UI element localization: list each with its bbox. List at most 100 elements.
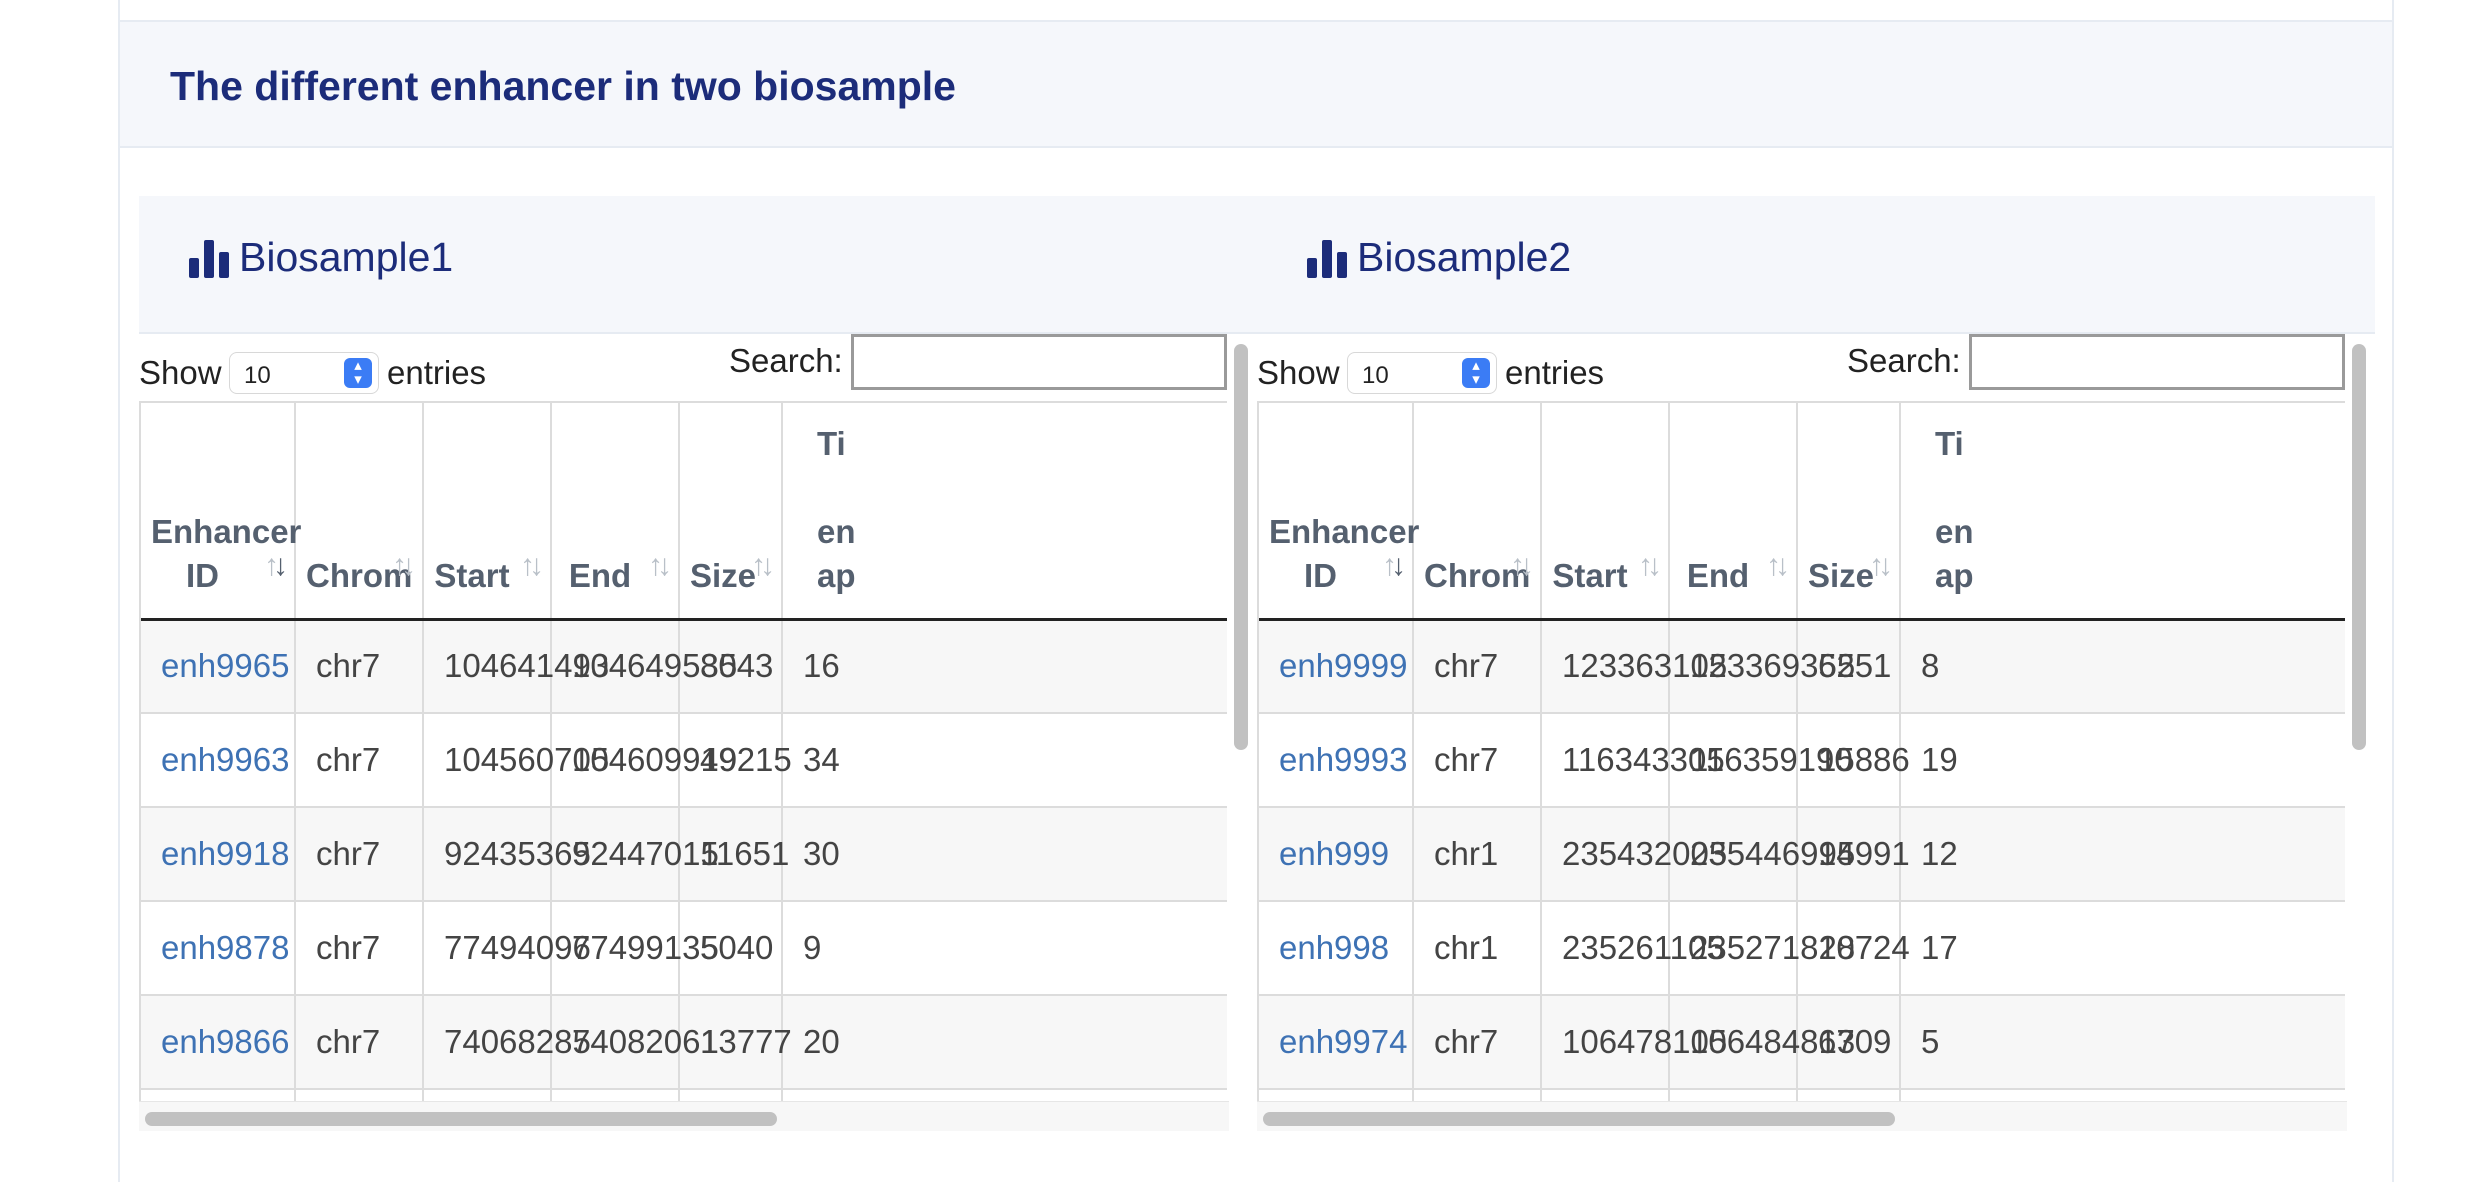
bar-chart-icon xyxy=(189,238,229,278)
table-row xyxy=(141,1089,1227,1101)
tissue-count-cell: 20 xyxy=(782,995,1227,1090)
column-header-end[interactable]: End ↑↓ xyxy=(551,403,680,621)
enhancer-id-cell: enh9999 xyxy=(1259,619,1414,714)
start-cell: 106478105 xyxy=(1541,995,1727,1090)
start-cell: 235261105 xyxy=(1541,901,1725,996)
column-header-tissue[interactable]: Ti en ap xyxy=(1900,403,2345,621)
enhancer-link[interactable]: enh9999 xyxy=(1279,647,1407,684)
tissue-count-cell: 8 xyxy=(1900,619,2345,714)
sort-arrows-icon: ↑↓ xyxy=(751,548,775,582)
search-input[interactable] xyxy=(851,334,1227,390)
sort-arrows-icon: ↑↓ xyxy=(392,548,416,582)
vertical-scrollbar[interactable] xyxy=(1229,334,1255,1136)
sort-arrows-icon: ↑↓ xyxy=(1638,548,1662,582)
chrom-cell: chr7 xyxy=(295,619,424,714)
enhancer-link[interactable]: enh998 xyxy=(1279,929,1389,966)
enhancer-id-cell: enh9918 xyxy=(141,807,296,902)
tissue-count-cell: 9 xyxy=(782,901,1227,996)
horizontal-scrollbar[interactable] xyxy=(1257,1101,2347,1131)
chevron-up-down-icon: ▴ ▾ xyxy=(344,358,372,388)
bar-chart-icon xyxy=(1307,238,1347,278)
enhancer-link[interactable]: enh9974 xyxy=(1279,1023,1407,1060)
horizontal-scroll-thumb[interactable] xyxy=(145,1112,777,1126)
show-label: Show xyxy=(139,354,222,391)
vertical-scrollbar[interactable] xyxy=(2347,334,2373,1136)
panel-header: Biosample1 xyxy=(139,196,1257,334)
entries-label: entries xyxy=(1505,354,1605,391)
entries-length-select[interactable]: 10 ▴ ▾ xyxy=(1347,352,1497,394)
biosample2-panel: Biosample2 Show 10 ▴ ▾ entries Search: En… xyxy=(1257,196,2375,1136)
chrom-cell: chr7 xyxy=(1413,995,1542,1090)
chrom-cell: chr7 xyxy=(295,901,424,996)
table-row: enh9878 chr7 77494096 77499135 5040 9 xyxy=(141,901,1227,996)
column-header-start[interactable]: Start ↑↓ xyxy=(423,403,552,621)
vertical-scroll-thumb[interactable] xyxy=(2352,344,2366,750)
start-cell: 123363105 xyxy=(1541,619,1727,714)
chevron-up-down-icon: ▴ ▾ xyxy=(1462,358,1490,388)
table-row: enh9963 chr7 104560705 104609919 49215 3… xyxy=(141,713,1227,808)
search-label: Search: xyxy=(1847,342,1961,379)
enhancer-id-cell xyxy=(1259,1089,1414,1101)
chrom-cell: chr7 xyxy=(1413,713,1542,808)
table-row: enh9866 chr7 74068285 74082061 13777 20 xyxy=(141,995,1227,1090)
column-header-enhancer-id[interactable]: Enhancer ID ↑↓ xyxy=(141,403,301,621)
sort-arrows-icon: ↑↓ xyxy=(264,548,288,582)
column-header-chrom[interactable]: Chrom ↑↓ xyxy=(295,403,424,621)
entries-length-select[interactable]: 10 ▴ ▾ xyxy=(229,352,379,394)
panel-title: Biosample1 xyxy=(189,234,453,281)
page-header: The different enhancer in two biosample xyxy=(120,20,2392,148)
chrom-cell: chr7 xyxy=(295,995,424,1090)
chrom-cell: chr1 xyxy=(1413,807,1542,902)
table-row: enh9965 chr7 104641493 104649535 8043 16 xyxy=(141,619,1227,714)
enhancer-link[interactable]: enh9963 xyxy=(161,741,289,778)
horizontal-scrollbar[interactable] xyxy=(139,1101,1229,1131)
start-cell: 77494096 xyxy=(423,901,591,996)
sort-arrows-icon: ↑↓ xyxy=(1510,548,1534,582)
column-header-end[interactable]: End ↑↓ xyxy=(1669,403,1798,621)
sort-arrows-icon: ↑↓ xyxy=(1869,548,1893,582)
table-row: enh998 chr1 235261105 235271828 10724 17 xyxy=(1259,901,2345,996)
enhancer-link[interactable]: enh9878 xyxy=(161,929,289,966)
table-controls: Show 10 ▴ ▾ entries Search: xyxy=(139,334,1227,398)
vertical-scroll-thumb[interactable] xyxy=(1234,344,1248,750)
enhancer-table: Enhancer ID ↑↓ Chrom ↑↓ Start ↑↓ End ↑↓ Size… xyxy=(1259,403,2345,1101)
enhancer-id-cell: enh9965 xyxy=(141,619,296,714)
start-cell: 92435365 xyxy=(423,807,591,902)
chrom-cell: chr7 xyxy=(295,713,424,808)
start-cell: 116343305 xyxy=(1541,713,1725,808)
table-row: enh9974 chr7 106478105 106484813 6709 5 xyxy=(1259,995,2345,1090)
column-header-size[interactable]: Size ↑↓ xyxy=(679,403,783,621)
column-header-size[interactable]: Size ↑↓ xyxy=(1797,403,1901,621)
entries-label: entries xyxy=(387,354,487,391)
enhancer-link[interactable]: enh9993 xyxy=(1279,741,1407,778)
search-input[interactable] xyxy=(1969,334,2345,390)
start-cell: 74068285 xyxy=(423,995,591,1090)
column-header-chrom[interactable]: Chrom ↑↓ xyxy=(1413,403,1542,621)
enhancer-link[interactable]: enh999 xyxy=(1279,835,1389,872)
entries-length-value: 10 xyxy=(1362,362,1389,389)
column-header-tissue[interactable]: Ti en ap xyxy=(782,403,1227,621)
column-header-enhancer-id[interactable]: Enhancer ID ↑↓ xyxy=(1259,403,1419,621)
table-row: enh999 chr1 235432005 235446995 14991 12 xyxy=(1259,807,2345,902)
enhancer-id-cell: enh9963 xyxy=(141,713,296,808)
enhancer-id-cell xyxy=(141,1089,296,1101)
horizontal-scroll-thumb[interactable] xyxy=(1263,1112,1895,1126)
enhancer-id-cell: enh998 xyxy=(1259,901,1414,996)
start-cell: 235432005 xyxy=(1541,807,1727,902)
enhancer-table-container: Enhancer ID ↑↓ Chrom ↑↓ Start ↑↓ End ↑↓ Size… xyxy=(1257,401,2345,1101)
column-header-start[interactable]: Start ↑↓ xyxy=(1541,403,1670,621)
sort-arrows-icon: ↑↓ xyxy=(1766,548,1790,582)
enhancer-link[interactable]: enh9918 xyxy=(161,835,289,872)
sort-arrows-icon: ↑↓ xyxy=(648,548,672,582)
table-row: enh9993 chr7 116343305 116359190 15886 1… xyxy=(1259,713,2345,808)
tissue-count-cell: 30 xyxy=(782,807,1227,902)
tissue-count-cell: 19 xyxy=(1900,713,2345,808)
show-label: Show xyxy=(1257,354,1340,391)
enhancer-link[interactable]: enh9866 xyxy=(161,1023,289,1060)
table-header-row: Enhancer ID ↑↓ Chrom ↑↓ Start ↑↓ End ↑↓ Size… xyxy=(141,403,1227,621)
enhancer-id-cell: enh9878 xyxy=(141,901,296,996)
enhancer-link[interactable]: enh9965 xyxy=(161,647,289,684)
page-title: The different enhancer in two biosample xyxy=(170,63,956,109)
enhancer-id-cell: enh9866 xyxy=(141,995,296,1090)
start-cell: 104641493 xyxy=(423,619,609,714)
